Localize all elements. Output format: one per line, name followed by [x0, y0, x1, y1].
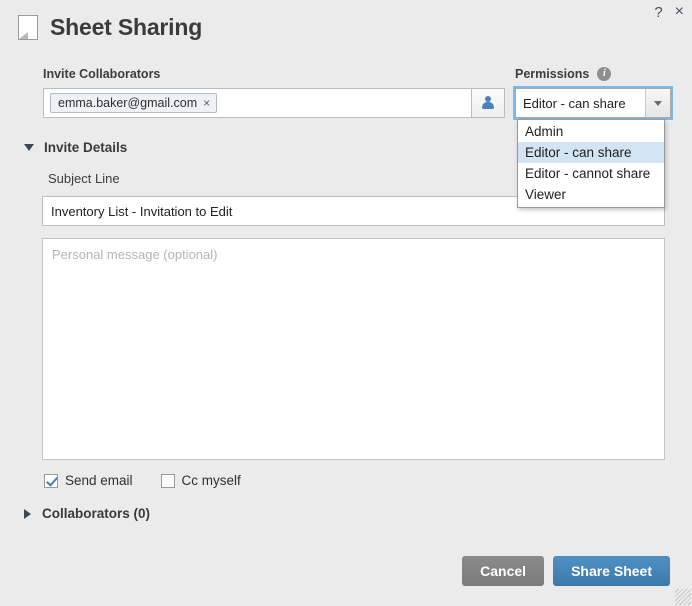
permissions-option-viewer[interactable]: Viewer	[518, 184, 664, 205]
page-title: Sheet Sharing	[50, 14, 202, 41]
permissions-dropdown-toggle[interactable]	[645, 89, 670, 117]
invite-details-title: Invite Details	[44, 140, 127, 155]
title-bar: Sheet Sharing	[18, 14, 202, 41]
permissions-option-editor-can-share[interactable]: Editor - can share	[518, 142, 664, 163]
cancel-button[interactable]: Cancel	[462, 556, 544, 586]
invite-collaborators-input[interactable]: emma.baker@gmail.com ×	[43, 88, 471, 118]
cc-myself-checkbox[interactable]	[161, 474, 175, 488]
permissions-select[interactable]: Editor - can share	[515, 88, 671, 118]
help-icon[interactable]: ?	[654, 5, 662, 20]
cc-myself-checkbox-wrap[interactable]: Cc myself	[161, 473, 241, 488]
info-icon[interactable]: i	[597, 67, 611, 81]
invite-collaborators-field-wrap: emma.baker@gmail.com ×	[43, 88, 505, 118]
dialog-footer: Cancel Share Sheet	[462, 556, 670, 586]
triangle-right-icon	[24, 509, 31, 519]
chevron-down-icon	[654, 101, 662, 106]
chip-remove-icon[interactable]: ×	[203, 97, 210, 109]
invite-collaborators-label: Invite Collaborators	[43, 67, 160, 81]
permissions-dropdown-menu[interactable]: Admin Editor - can share Editor - cannot…	[517, 119, 665, 208]
close-icon[interactable]: ×	[675, 4, 684, 20]
share-sheet-button[interactable]: Share Sheet	[553, 556, 670, 586]
email-chip[interactable]: emma.baker@gmail.com ×	[50, 93, 217, 113]
permissions-label-wrap: Permissions i	[515, 67, 611, 81]
cc-myself-label: Cc myself	[182, 473, 241, 488]
invite-details-toggle[interactable]: Invite Details	[24, 140, 127, 155]
person-icon	[482, 96, 494, 110]
send-email-checkbox-wrap[interactable]: Send email	[44, 473, 133, 488]
permissions-label: Permissions	[515, 67, 589, 81]
permissions-option-editor-cannot-share[interactable]: Editor - cannot share	[518, 163, 664, 184]
personal-message-textarea[interactable]	[42, 238, 665, 460]
resize-grip[interactable]	[675, 589, 691, 605]
email-options-row: Send email Cc myself	[44, 473, 241, 488]
collaborators-title: Collaborators (0)	[42, 506, 150, 521]
send-email-label: Send email	[65, 473, 133, 488]
triangle-down-icon	[24, 144, 34, 151]
window-controls: ? ×	[654, 4, 684, 20]
send-email-checkbox[interactable]	[44, 474, 58, 488]
permissions-option-admin[interactable]: Admin	[518, 121, 664, 142]
permissions-selected-value: Editor - can share	[516, 89, 645, 117]
email-chip-text: emma.baker@gmail.com	[58, 96, 197, 110]
contact-picker-button[interactable]	[471, 88, 505, 118]
subject-line-label: Subject Line	[48, 171, 120, 186]
collaborators-toggle[interactable]: Collaborators (0)	[24, 506, 150, 521]
document-icon	[18, 15, 38, 40]
